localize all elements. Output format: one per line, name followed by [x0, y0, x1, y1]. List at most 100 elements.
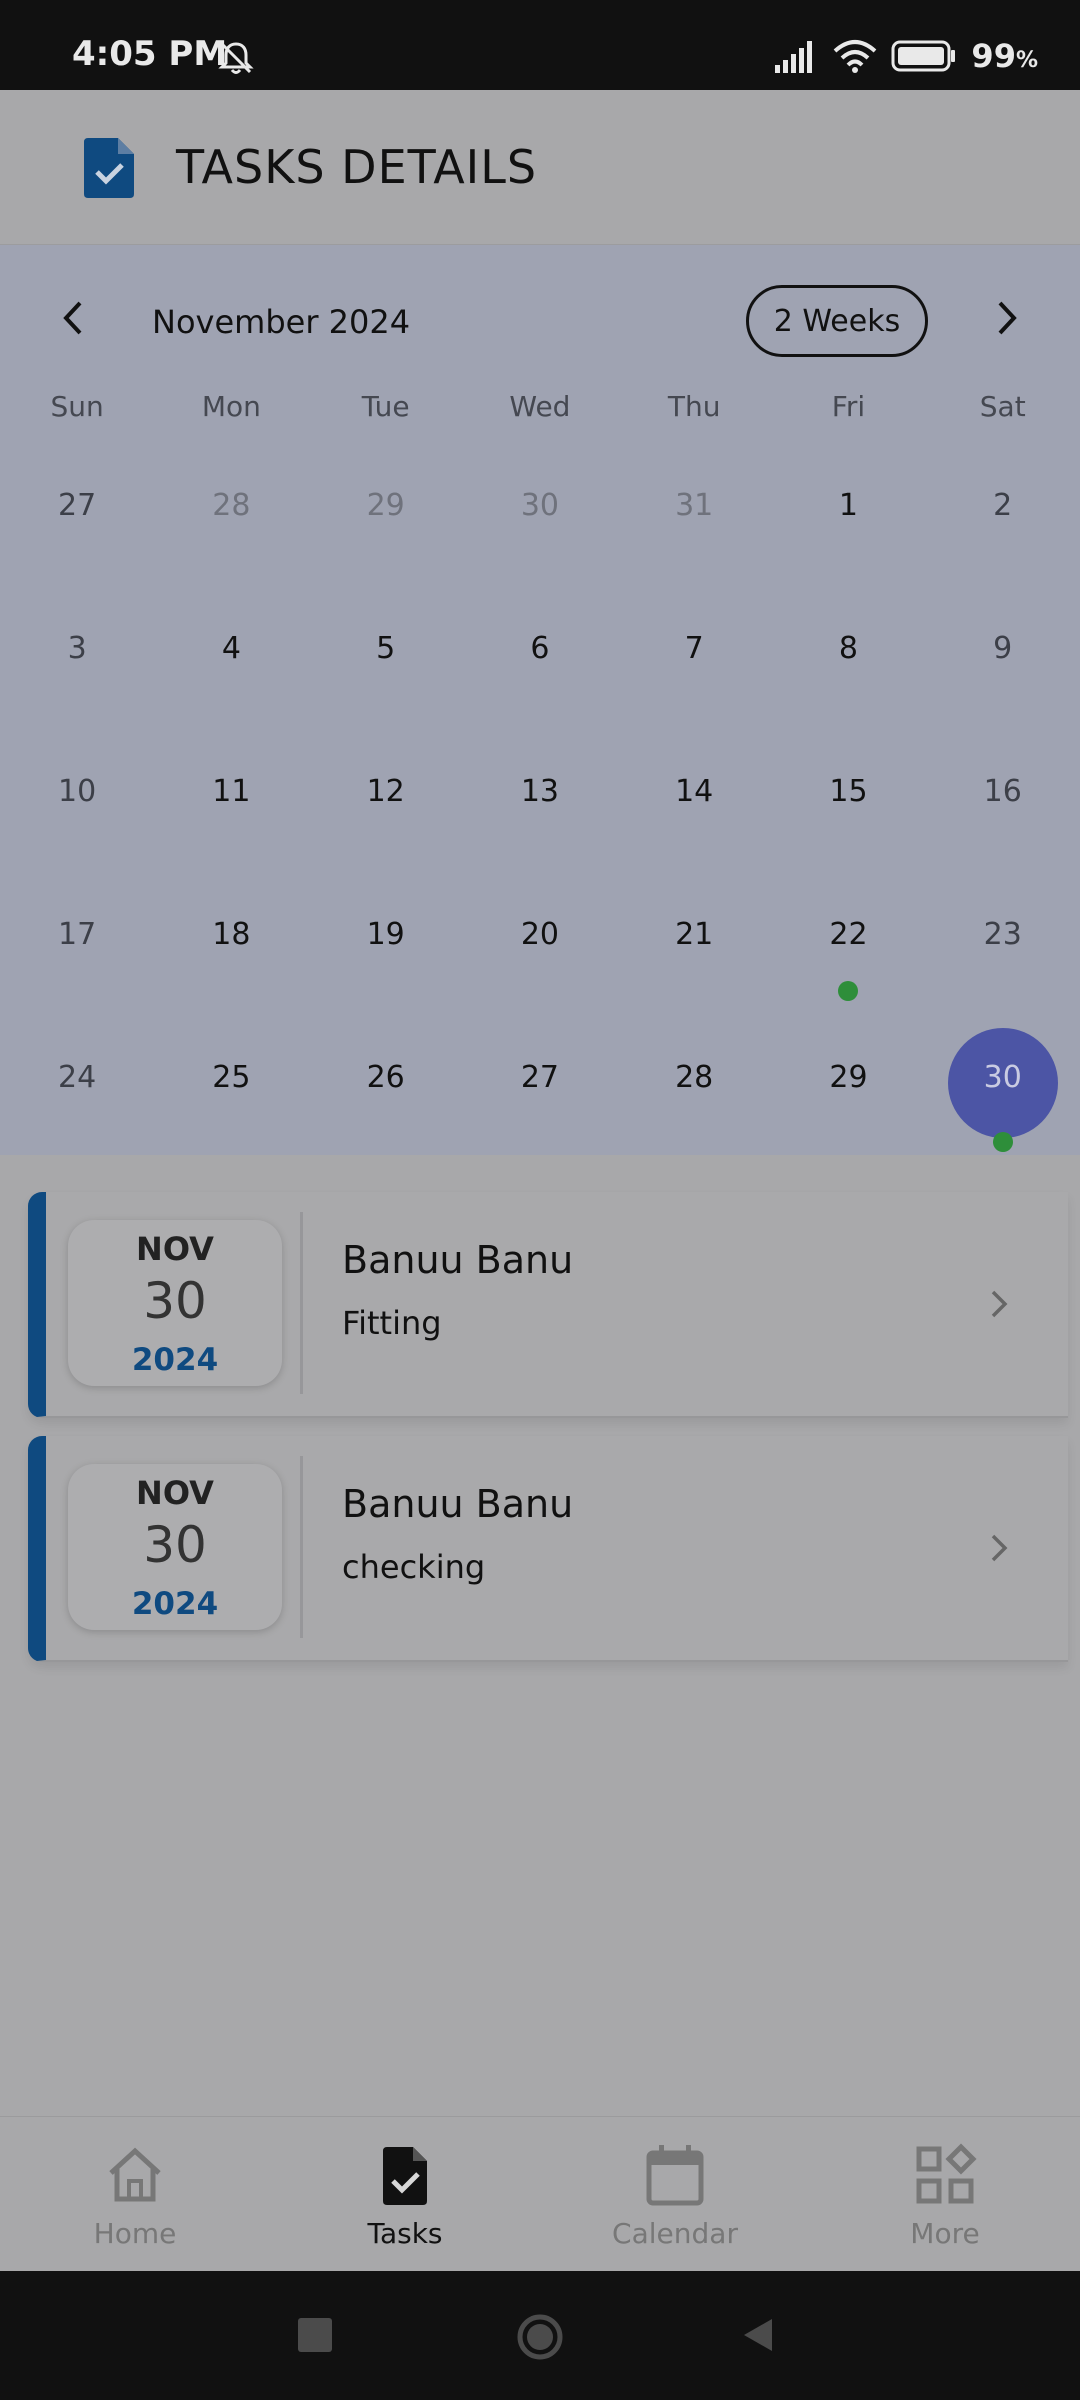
task-date-badge: NOV 30 2024: [68, 1220, 282, 1386]
wifi-icon: [834, 40, 877, 73]
chevron-left-icon[interactable]: [50, 293, 100, 343]
event-dot: [838, 981, 859, 1001]
weekday-label: Fri: [831, 390, 866, 423]
calendar-day[interactable]: 31: [617, 440, 771, 583]
weekday-label: Tue: [361, 390, 410, 423]
day-number: 5: [376, 631, 396, 666]
nav-item-calendar[interactable]: Calendar: [540, 2117, 810, 2272]
day-number: 27: [520, 1060, 560, 1095]
day-number: 9: [993, 631, 1013, 666]
nav-item-more[interactable]: More: [810, 2117, 1080, 2272]
app-header: TASKS DETAILS: [0, 90, 1080, 245]
calendar-day[interactable]: 1: [771, 440, 925, 583]
task-list: NOV 30 2024 Banuu Banu Fitting NOV 30 20…: [28, 1192, 1068, 1680]
calendar-day[interactable]: 7: [617, 583, 771, 726]
calendar-day[interactable]: 17: [0, 869, 154, 1012]
day-number: 26: [366, 1060, 405, 1095]
task-date-year: 2024: [131, 1342, 219, 1378]
calendar-day-selected[interactable]: 30: [926, 1012, 1080, 1155]
day-number: 15: [829, 774, 868, 809]
calendar-day[interactable]: 16: [926, 726, 1080, 869]
calendar-day[interactable]: 29: [309, 440, 463, 583]
calendar-day[interactable]: 28: [154, 440, 308, 583]
task-name: Banuu Banu: [342, 1482, 574, 1526]
calendar-day[interactable]: 2: [926, 440, 1080, 583]
calendar-day[interactable]: 4: [154, 583, 308, 726]
weekday-label: Sun: [50, 390, 104, 423]
task-date-day: 30: [143, 1272, 207, 1330]
task-name: Banuu Banu: [342, 1238, 574, 1282]
calendar-day[interactable]: 8: [771, 583, 925, 726]
nav-item-home[interactable]: Home: [0, 2117, 270, 2272]
day-number: 29: [829, 1060, 868, 1095]
more-grid-icon: [916, 2143, 977, 2204]
day-number: 29: [366, 488, 405, 523]
calendar-month-label[interactable]: November 2024: [152, 303, 410, 341]
day-number: 16: [983, 774, 1022, 809]
nav-item-tasks[interactable]: Tasks: [270, 2117, 540, 2272]
calendar-day[interactable]: 19: [309, 869, 463, 1012]
status-bar: 4:05 PM 99%: [0, 0, 1080, 90]
home-icon: [109, 2147, 161, 2202]
calendar-day[interactable]: 22: [771, 869, 925, 1012]
status-time: 4:05 PM: [72, 34, 228, 74]
calendar-day[interactable]: 21: [617, 869, 771, 1012]
calendar-day[interactable]: 11: [154, 726, 308, 869]
calendar-day[interactable]: 5: [309, 583, 463, 726]
calendar-day[interactable]: 28: [617, 1012, 771, 1155]
day-number: 2: [993, 488, 1013, 523]
calendar-day[interactable]: 25: [154, 1012, 308, 1155]
calendar-week: 17 18 19 20 21 22 23: [0, 869, 1080, 1012]
calendar-day[interactable]: 6: [463, 583, 617, 726]
chevron-right-icon[interactable]: [980, 293, 1030, 343]
day-number: 30: [983, 1060, 1022, 1095]
status-icons: 99%: [775, 36, 1038, 76]
chevron-right-icon[interactable]: [978, 1528, 1018, 1568]
calendar-day[interactable]: 30: [463, 440, 617, 583]
task-card[interactable]: NOV 30 2024 Banuu Banu checking: [28, 1436, 1068, 1662]
calendar-day[interactable]: 12: [309, 726, 463, 869]
day-number: 12: [366, 774, 405, 809]
event-dot: [992, 1132, 1013, 1152]
recents-icon[interactable]: [298, 2318, 332, 2352]
calendar-day[interactable]: 14: [617, 726, 771, 869]
task-card[interactable]: NOV 30 2024 Banuu Banu Fitting: [28, 1192, 1068, 1418]
day-number: 19: [366, 917, 405, 952]
task-divider: [300, 1456, 303, 1638]
calendar-day[interactable]: 20: [463, 869, 617, 1012]
task-divider: [300, 1212, 303, 1394]
day-number: 14: [675, 774, 714, 809]
calendar-day[interactable]: 27: [463, 1012, 617, 1155]
chevron-right-icon[interactable]: [978, 1284, 1018, 1324]
calendar-day[interactable]: 24: [0, 1012, 154, 1155]
day-number: 28: [212, 488, 251, 523]
calendar-day[interactable]: 15: [771, 726, 925, 869]
home-circle-icon[interactable]: [516, 2313, 564, 2361]
nav-label: Calendar: [612, 2217, 738, 2250]
day-number: 30: [520, 488, 560, 523]
calendar-day[interactable]: 9: [926, 583, 1080, 726]
day-number: 10: [58, 774, 97, 809]
calendar-day[interactable]: 26: [309, 1012, 463, 1155]
calendar-day[interactable]: 18: [154, 869, 308, 1012]
task-date-day: 30: [143, 1516, 207, 1574]
day-number: 23: [983, 917, 1022, 952]
calendar-week: 24 25 26 27 28 29 30: [0, 1012, 1080, 1155]
task-document-icon: [84, 138, 134, 198]
bottom-navigation: Home Tasks Calendar More: [0, 2116, 1080, 2271]
calendar-day[interactable]: 13: [463, 726, 617, 869]
back-triangle-icon[interactable]: [738, 2315, 778, 2355]
day-number: 4: [221, 631, 241, 666]
calendar-format-button[interactable]: 2 Weeks: [746, 285, 928, 357]
system-navigation-bar: [0, 2271, 1080, 2400]
muted-bell-icon: [218, 42, 254, 74]
calendar-day[interactable]: 29: [771, 1012, 925, 1155]
calendar-day[interactable]: 10: [0, 726, 154, 869]
calendar-day[interactable]: 23: [926, 869, 1080, 1012]
calendar-day[interactable]: 3: [0, 583, 154, 726]
day-number: 11: [212, 774, 251, 809]
calendar-day[interactable]: 27: [0, 440, 154, 583]
nav-label: More: [910, 2217, 980, 2250]
calendar-grid: 27 28 29 30 31 1 2 3 4 5 6 7 8 9 10 11 1…: [0, 440, 1080, 1155]
day-number: 17: [58, 917, 97, 952]
